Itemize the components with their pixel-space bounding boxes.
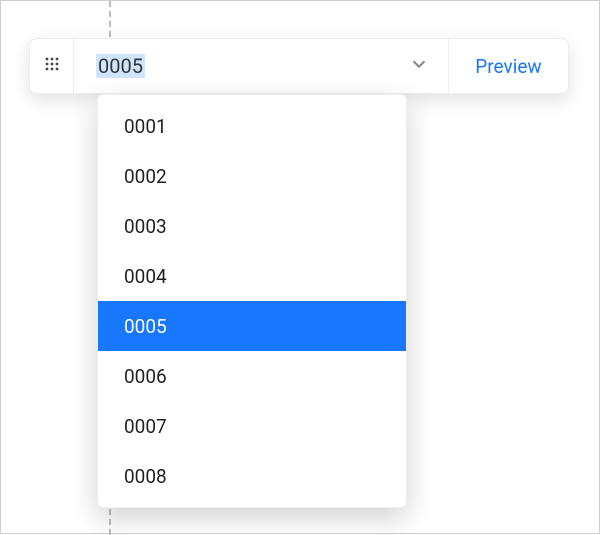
value-select[interactable]: 0005 (74, 39, 448, 93)
chevron-down-icon (408, 53, 430, 79)
dropdown-option[interactable]: 0004 (98, 251, 406, 301)
drag-handle-icon (44, 56, 60, 76)
dropdown-option[interactable]: 0002 (98, 151, 406, 201)
dropdown-option[interactable]: 0008 (98, 451, 406, 501)
preview-button[interactable]: Preview (448, 39, 568, 93)
dropdown-option[interactable]: 0001 (98, 101, 406, 151)
options-dropdown: 00010002000300040005000600070008 (97, 94, 407, 508)
preview-label: Preview (475, 55, 541, 78)
selected-value: 0005 (96, 54, 145, 78)
dropdown-option[interactable]: 0007 (98, 401, 406, 451)
dropdown-option[interactable]: 0003 (98, 201, 406, 251)
dropdown-option[interactable]: 0005 (98, 301, 406, 351)
widget-bar: 0005 Preview (29, 38, 569, 94)
drag-handle[interactable] (30, 39, 74, 93)
dropdown-option[interactable]: 0006 (98, 351, 406, 401)
